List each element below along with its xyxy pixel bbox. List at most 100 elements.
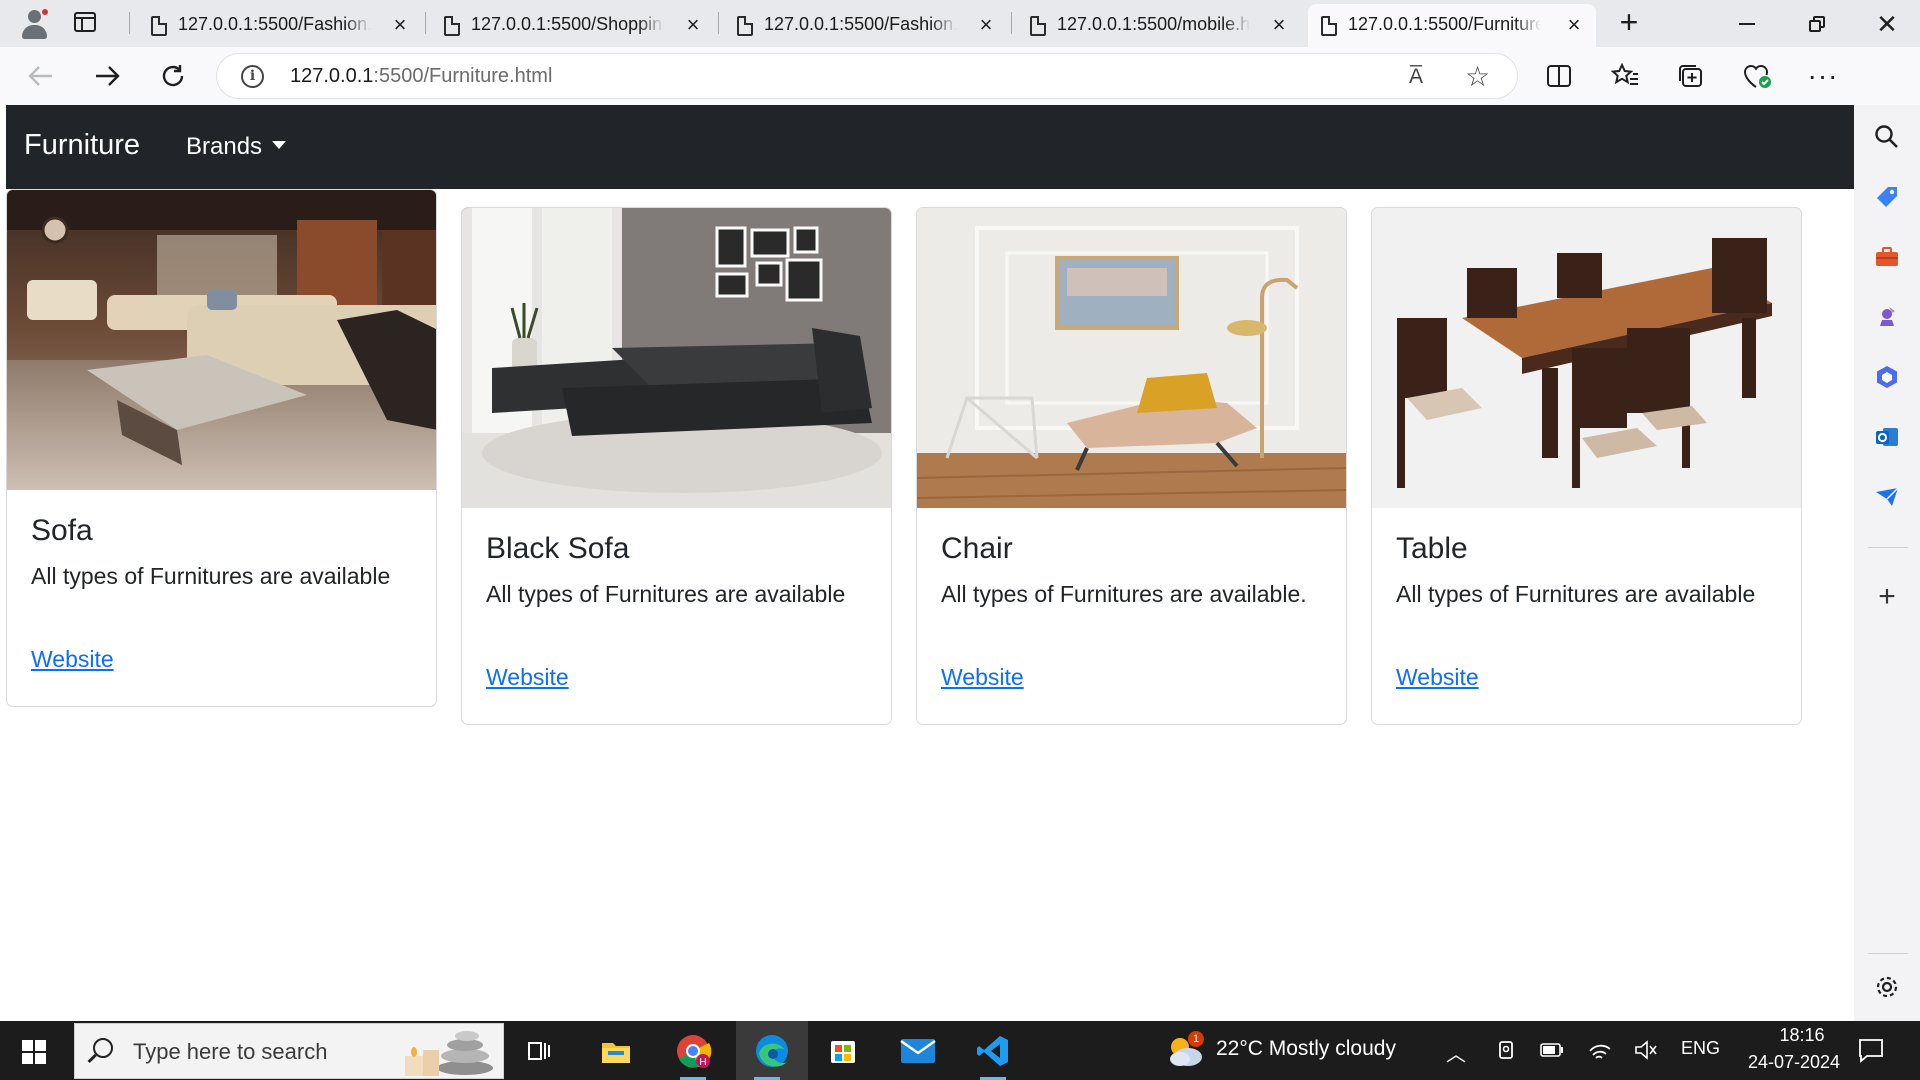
edge-icon[interactable]: [736, 1021, 808, 1080]
brands-dropdown-toggle[interactable]: Brands: [186, 133, 287, 161]
tab-actions-icon[interactable]: [74, 12, 96, 32]
page-file-icon: [444, 16, 460, 36]
games-icon[interactable]: [1871, 301, 1903, 333]
minimize-button[interactable]: [1712, 0, 1782, 47]
notifications-icon[interactable]: [1858, 1037, 1884, 1068]
site-info-icon[interactable]: i: [241, 65, 264, 88]
tab-title: 127.0.0.1:5500/Fashion.html: [178, 14, 371, 36]
new-tab-button[interactable]: +: [1616, 6, 1642, 38]
sidebar-divider: [1868, 953, 1908, 954]
browser-toolbar: i 127.0.0.1:5500/Furniture.html A̅ ☆ ···: [0, 47, 1920, 105]
file-explorer-icon[interactable]: [585, 1021, 647, 1080]
forward-button[interactable]: [88, 57, 126, 95]
tools-icon[interactable]: [1871, 241, 1903, 273]
page-viewport: Furniture Brands Sofa All types of Furni…: [6, 105, 1854, 1021]
tab-close-icon[interactable]: ×: [1269, 14, 1289, 36]
tab-mobile[interactable]: 127.0.0.1:5500/mobile.html ×: [1017, 4, 1301, 47]
page-file-icon: [737, 16, 753, 36]
website-link[interactable]: Website: [941, 664, 1024, 691]
card-text: All types of Furnitures are available: [31, 563, 391, 589]
settings-icon[interactable]: [1871, 971, 1903, 1003]
page-file-icon: [151, 16, 167, 36]
add-icon[interactable]: +: [1871, 580, 1903, 613]
tab-separator: [1011, 12, 1012, 34]
profile-avatar-icon[interactable]: [16, 5, 52, 41]
input-language-indicator[interactable]: ENG: [1681, 1038, 1720, 1059]
tab-separator: [718, 12, 719, 34]
add-favorite-star-icon[interactable]: ☆: [1465, 60, 1490, 93]
edge-sidebar: +: [1854, 105, 1920, 1021]
search-highlight-candles-image: [405, 1031, 493, 1076]
volume-muted-icon[interactable]: [1634, 1039, 1658, 1066]
navbar-brand[interactable]: Furniture: [24, 129, 140, 162]
refresh-button[interactable]: [154, 57, 192, 95]
microsoft-store-icon[interactable]: [812, 1021, 874, 1080]
website-link[interactable]: Website: [486, 664, 569, 691]
shopping-tag-icon[interactable]: [1871, 181, 1903, 213]
weather-status[interactable]: 22°C Mostly cloudy: [1216, 1037, 1396, 1061]
chair-image: [917, 208, 1346, 508]
mail-icon[interactable]: [887, 1021, 949, 1080]
outlook-icon[interactable]: [1871, 421, 1903, 453]
refresh-icon: [162, 65, 184, 87]
read-aloud-icon[interactable]: A̅: [1409, 65, 1423, 89]
card-black-sofa: Black Sofa All types of Furnitures are a…: [461, 207, 892, 725]
chrome-icon[interactable]: H: [662, 1021, 724, 1080]
split-screen-icon: [1547, 65, 1571, 87]
collections-button[interactable]: [1674, 59, 1708, 93]
taskbar-search-placeholder: Type here to search: [133, 1039, 328, 1064]
show-hidden-icons-chevron-icon[interactable]: ︿: [1446, 1038, 1466, 1067]
tab-close-icon[interactable]: ×: [683, 14, 703, 36]
office-icon[interactable]: [1871, 361, 1903, 393]
search-icon[interactable]: [1871, 121, 1903, 153]
sofa-showroom-image: [7, 190, 436, 490]
brands-dropdown-label: Brands: [186, 133, 263, 160]
windows-start-icon[interactable]: [22, 1040, 46, 1064]
url-text[interactable]: 127.0.0.1:5500/Furniture.html: [290, 65, 552, 88]
tab-fashion-1[interactable]: 127.0.0.1:5500/Fashion.html ×: [138, 4, 422, 47]
taskbar-search-box[interactable]: Type here to search: [74, 1023, 504, 1079]
back-button[interactable]: [22, 57, 60, 95]
address-bar[interactable]: i 127.0.0.1:5500/Furniture.html A̅ ☆: [216, 53, 1518, 99]
browser-essentials-button[interactable]: [1740, 59, 1774, 93]
tab-shopping[interactable]: 127.0.0.1:5500/Shopping.html ×: [431, 4, 715, 47]
vscode-icon[interactable]: [962, 1021, 1024, 1080]
card-title: Sofa: [31, 514, 93, 547]
black-sofa-image: [462, 208, 891, 508]
tab-furniture-active[interactable]: 127.0.0.1:5500/Furniture.html ×: [1308, 4, 1596, 47]
battery-icon[interactable]: [1540, 1043, 1564, 1062]
site-navbar: Furniture Brands: [6, 105, 1854, 189]
svg-text:H: H: [699, 1057, 706, 1068]
card-text: All types of Furnitures are available.: [941, 581, 1307, 607]
restore-button[interactable]: [1782, 0, 1852, 47]
wifi-icon[interactable]: [1588, 1039, 1612, 1066]
clock-time[interactable]: 18:16: [1762, 1025, 1842, 1046]
card-sofa: Sofa All types of Furnitures are availab…: [6, 189, 437, 707]
tab-close-icon[interactable]: ×: [390, 14, 410, 36]
restore-icon: [1809, 15, 1825, 32]
clock-date[interactable]: 24-07-2024: [1734, 1052, 1854, 1073]
send-icon[interactable]: [1871, 481, 1903, 513]
tab-separator: [425, 12, 426, 34]
tab-close-icon[interactable]: ×: [1564, 14, 1584, 36]
settings-more-button[interactable]: ···: [1806, 59, 1840, 93]
card-title: Table: [1396, 532, 1468, 565]
favorites-button[interactable]: [1608, 59, 1642, 93]
website-link[interactable]: Website: [31, 646, 114, 673]
website-link[interactable]: Website: [1396, 664, 1479, 691]
card-title: Black Sofa: [486, 532, 630, 565]
tab-close-icon[interactable]: ×: [976, 14, 996, 36]
meet-now-icon[interactable]: [1496, 1039, 1516, 1066]
card-title: Chair: [941, 532, 1013, 565]
tab-fashion-2[interactable]: 127.0.0.1:5500/Fashion.html ×: [724, 4, 1008, 47]
browser-essentials-heart-icon: [1743, 65, 1771, 88]
card-chair: Chair All types of Furnitures are availa…: [916, 207, 1347, 725]
task-view-icon[interactable]: [508, 1021, 570, 1080]
split-screen-button[interactable]: [1542, 59, 1576, 93]
page-file-icon: [1030, 16, 1046, 36]
close-window-button[interactable]: ✕: [1852, 0, 1920, 47]
browser-tab-strip: 127.0.0.1:5500/Fashion.html × 127.0.0.1:…: [0, 0, 1920, 47]
tab-title: 127.0.0.1:5500/mobile.html: [1057, 14, 1250, 36]
back-arrow-icon: [28, 66, 52, 86]
page-file-icon: [1321, 16, 1337, 36]
